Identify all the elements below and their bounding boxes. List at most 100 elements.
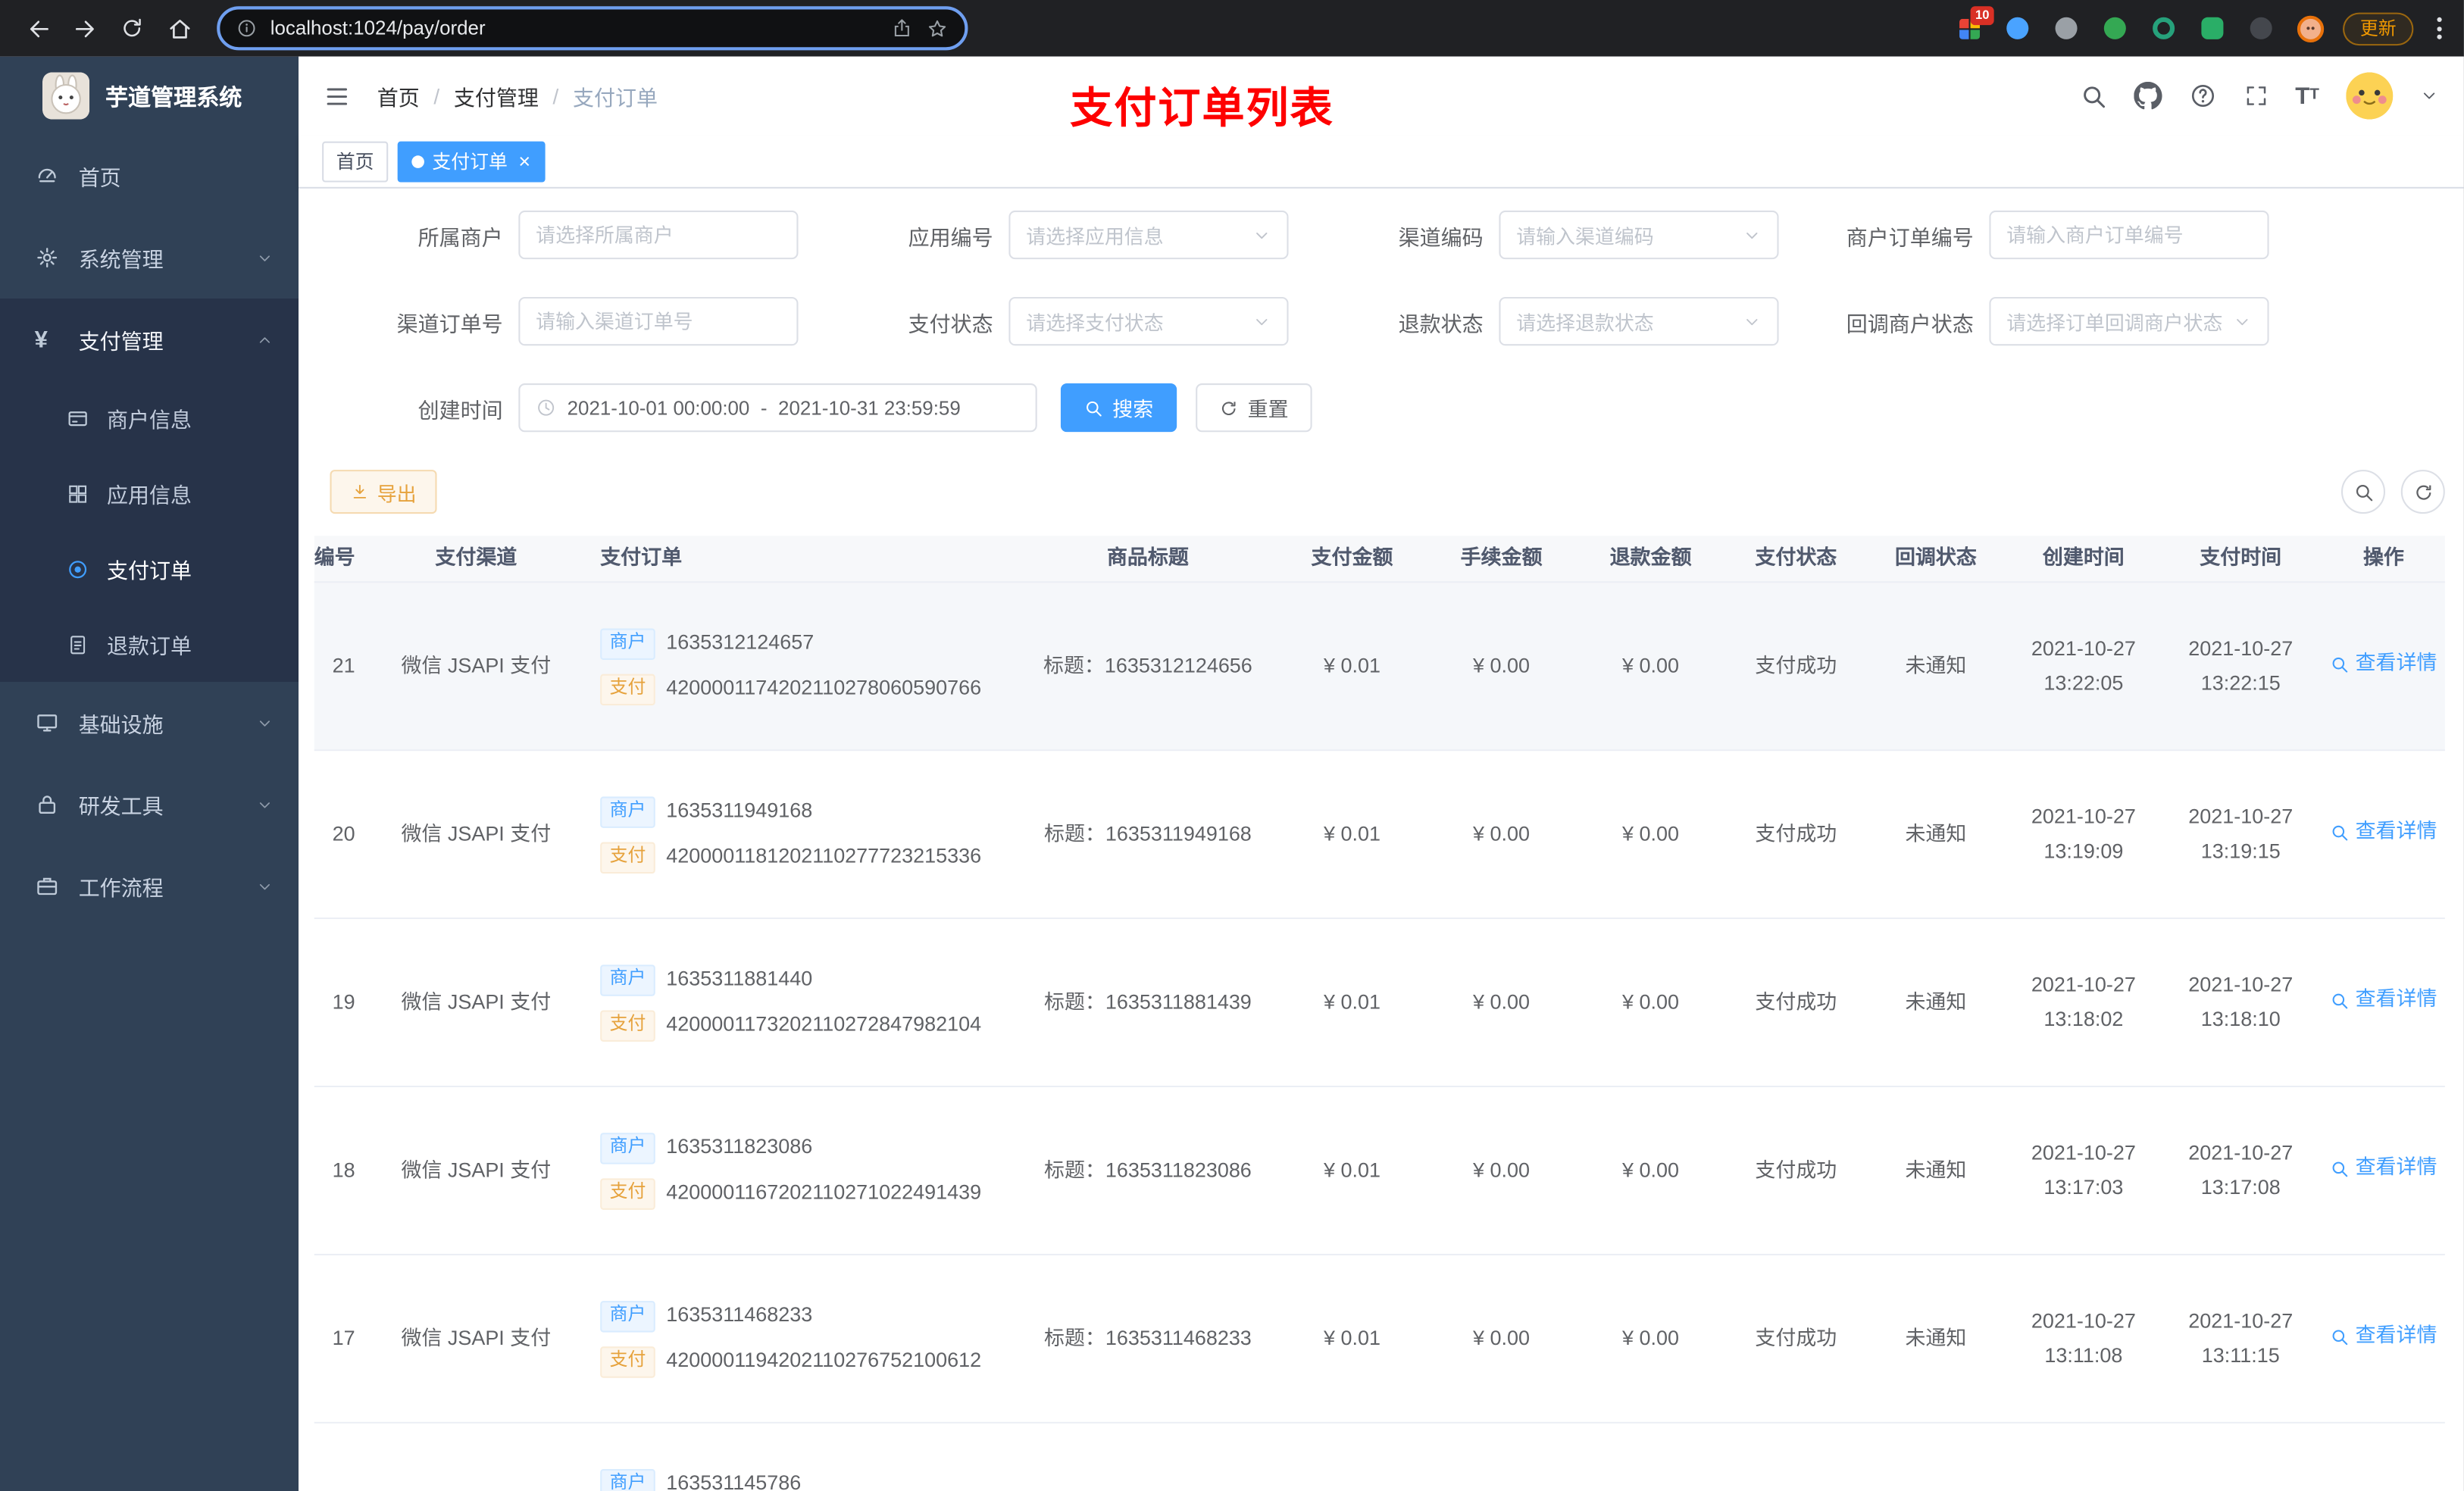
- sidebar-item-merchant-info[interactable]: 商户信息: [0, 380, 299, 456]
- sidebar-item-pay[interactable]: ¥ 支付管理: [0, 299, 299, 380]
- extension-icon-multicolor[interactable]: 10: [1953, 6, 1994, 44]
- browser-reload-button[interactable]: [110, 6, 154, 50]
- tab-close-icon[interactable]: ×: [518, 151, 530, 171]
- cell-action: 查看详情: [2319, 986, 2445, 1019]
- fullscreen-icon[interactable]: [2244, 83, 2269, 108]
- target-icon: [66, 557, 89, 580]
- breadcrumb-section[interactable]: 支付管理: [454, 80, 539, 111]
- address-bar[interactable]: localhost:1024/pay/order: [217, 6, 968, 51]
- cell-status: 支付成功: [1755, 652, 1837, 677]
- browser-forward-button[interactable]: [63, 6, 107, 50]
- extension-icon-chat[interactable]: [2197, 13, 2228, 44]
- cell-notify: 未通知: [1905, 1325, 1967, 1349]
- view-detail-link[interactable]: 查看详情: [2330, 1154, 2437, 1183]
- active-tab-dot: [411, 155, 424, 167]
- channel-order-no-input[interactable]: [518, 296, 799, 346]
- bookmark-star-icon[interactable]: [925, 17, 949, 40]
- share-icon[interactable]: [891, 17, 913, 39]
- tab-pay-order[interactable]: 支付订单 ×: [397, 140, 545, 182]
- page-annotation: 支付订单列表: [1070, 84, 1334, 133]
- channel-code-placeholder: 请输入渠道编码: [1516, 226, 1654, 248]
- view-detail-link[interactable]: 查看详情: [2330, 1322, 2437, 1352]
- browser-back-button[interactable]: [16, 6, 60, 50]
- breadcrumb-current: 支付订单: [572, 86, 658, 111]
- sidebar-item-label: 基础设施: [78, 713, 164, 737]
- tabs-bar: 首页 支付订单 ×: [299, 135, 2464, 189]
- filter-label-channel-order-no: 渠道订单号: [396, 311, 503, 336]
- pay-order-no: 4200001173202110272847982104: [666, 1011, 982, 1036]
- sidebar-item-refund-order[interactable]: 退款订单: [0, 606, 299, 682]
- avatar-caret-icon[interactable]: [2420, 86, 2439, 105]
- breadcrumb-home[interactable]: 首页: [377, 80, 420, 111]
- github-icon[interactable]: [2134, 82, 2162, 110]
- merchant-filter-input[interactable]: [518, 210, 799, 260]
- browser-update-button[interactable]: 更新: [2343, 11, 2414, 45]
- sidebar: 芋道管理系统 首页 系统管理 ¥ 支付管理 商户信息 应用信息 支付订单 退款订…: [0, 56, 299, 1491]
- reset-button[interactable]: 重置: [1196, 383, 1312, 433]
- app-no-select[interactable]: 请选择应用信息: [1008, 210, 1289, 260]
- toggle-search-button[interactable]: [2340, 470, 2386, 514]
- col-header-notify: 回调状态: [1894, 545, 1977, 569]
- cell-id: 21: [332, 652, 355, 677]
- refund-status-placeholder: 请选择退款状态: [1516, 312, 1654, 335]
- search-icon[interactable]: [2080, 83, 2106, 109]
- cell-fee: ¥ 0.00: [1473, 1325, 1531, 1349]
- date-range-end: 2021-10-31 23:59:59: [778, 396, 961, 419]
- channel-code-select[interactable]: 请输入渠道编码: [1499, 210, 1779, 260]
- sidebar-item-devtools[interactable]: 研发工具: [0, 764, 299, 846]
- merchant-order-no-input[interactable]: [1989, 210, 2269, 260]
- sidebar-item-workflow[interactable]: 工作流程: [0, 846, 299, 927]
- cell-amount: ¥ 0.01: [1324, 1157, 1381, 1181]
- font-size-icon[interactable]: TT: [2295, 84, 2319, 108]
- cell-amount: ¥ 0.01: [1324, 1325, 1381, 1349]
- profile-avatar-icon[interactable]: [2294, 13, 2325, 44]
- sidebar-item-label: 退款订单: [107, 634, 192, 658]
- extension-icon-green-ring[interactable]: [2148, 13, 2179, 44]
- search-button[interactable]: 搜索: [1060, 383, 1177, 433]
- merchant-tag: 商户: [600, 1300, 655, 1332]
- extension-icon-blue[interactable]: [2002, 13, 2033, 44]
- cell-status: 支付成功: [1755, 1325, 1837, 1349]
- hamburger-icon[interactable]: [324, 83, 350, 109]
- extension-icon-green[interactable]: [2100, 13, 2131, 44]
- refund-status-select[interactable]: 请选择退款状态: [1499, 296, 1779, 346]
- extension-icon-dark[interactable]: [2245, 13, 2276, 44]
- tab-home[interactable]: 首页: [322, 140, 389, 182]
- gear-icon: [35, 245, 60, 270]
- cell-fee: ¥ 0.00: [1473, 652, 1531, 677]
- cell-refund: ¥ 0.00: [1622, 1157, 1680, 1181]
- sidebar-item-home[interactable]: 首页: [0, 135, 299, 217]
- cell-amount: ¥ 0.01: [1324, 821, 1381, 845]
- refresh-table-button[interactable]: [2400, 470, 2445, 514]
- sidebar-item-app-info[interactable]: 应用信息: [0, 455, 299, 531]
- sidebar-item-label: 支付管理: [78, 330, 164, 354]
- search-icon: [2353, 482, 2374, 502]
- extension-icon-gray[interactable]: [2050, 13, 2081, 44]
- user-avatar[interactable]: [2346, 72, 2394, 120]
- create-time-range-picker[interactable]: 2021-10-01 00:00:00 - 2021-10-31 23:59:5…: [518, 383, 1037, 433]
- cell-id: 17: [332, 1325, 355, 1349]
- site-info-icon[interactable]: [236, 17, 258, 39]
- view-detail-link[interactable]: 查看详情: [2330, 986, 2437, 1015]
- briefcase-icon: [35, 874, 60, 899]
- chevron-down-icon: [2233, 312, 2252, 331]
- cell-refund: ¥ 0.00: [1622, 652, 1680, 677]
- help-icon[interactable]: [2188, 82, 2216, 110]
- table-row: 20 微信 JSAPI 支付 商户 1635311949168 支付 4200001…: [314, 751, 2445, 920]
- dashboard-icon: [35, 164, 60, 189]
- view-detail-link[interactable]: 查看详情: [2330, 817, 2437, 847]
- pay-order-no: 4200001181202110277723215336: [666, 843, 982, 867]
- chevron-down-icon: [256, 877, 274, 895]
- sidebar-item-infrastructure[interactable]: 基础设施: [0, 682, 299, 764]
- browser-home-button[interactable]: [157, 6, 201, 50]
- app-logo[interactable]: 芋道管理系统: [0, 57, 299, 136]
- notify-status-select[interactable]: 请选择订单回调商户状态: [1989, 296, 2269, 346]
- sidebar-item-pay-order[interactable]: 支付订单: [0, 531, 299, 607]
- cell-fee: ¥ 0.00: [1473, 821, 1531, 845]
- pay-status-select[interactable]: 请选择支付状态: [1008, 296, 1289, 346]
- tab-label: 首页: [336, 151, 374, 173]
- browser-menu-button[interactable]: [2431, 11, 2448, 46]
- sidebar-item-system[interactable]: 系统管理: [0, 217, 299, 299]
- export-button[interactable]: 导出: [330, 470, 437, 514]
- view-detail-link[interactable]: 查看详情: [2330, 649, 2437, 679]
